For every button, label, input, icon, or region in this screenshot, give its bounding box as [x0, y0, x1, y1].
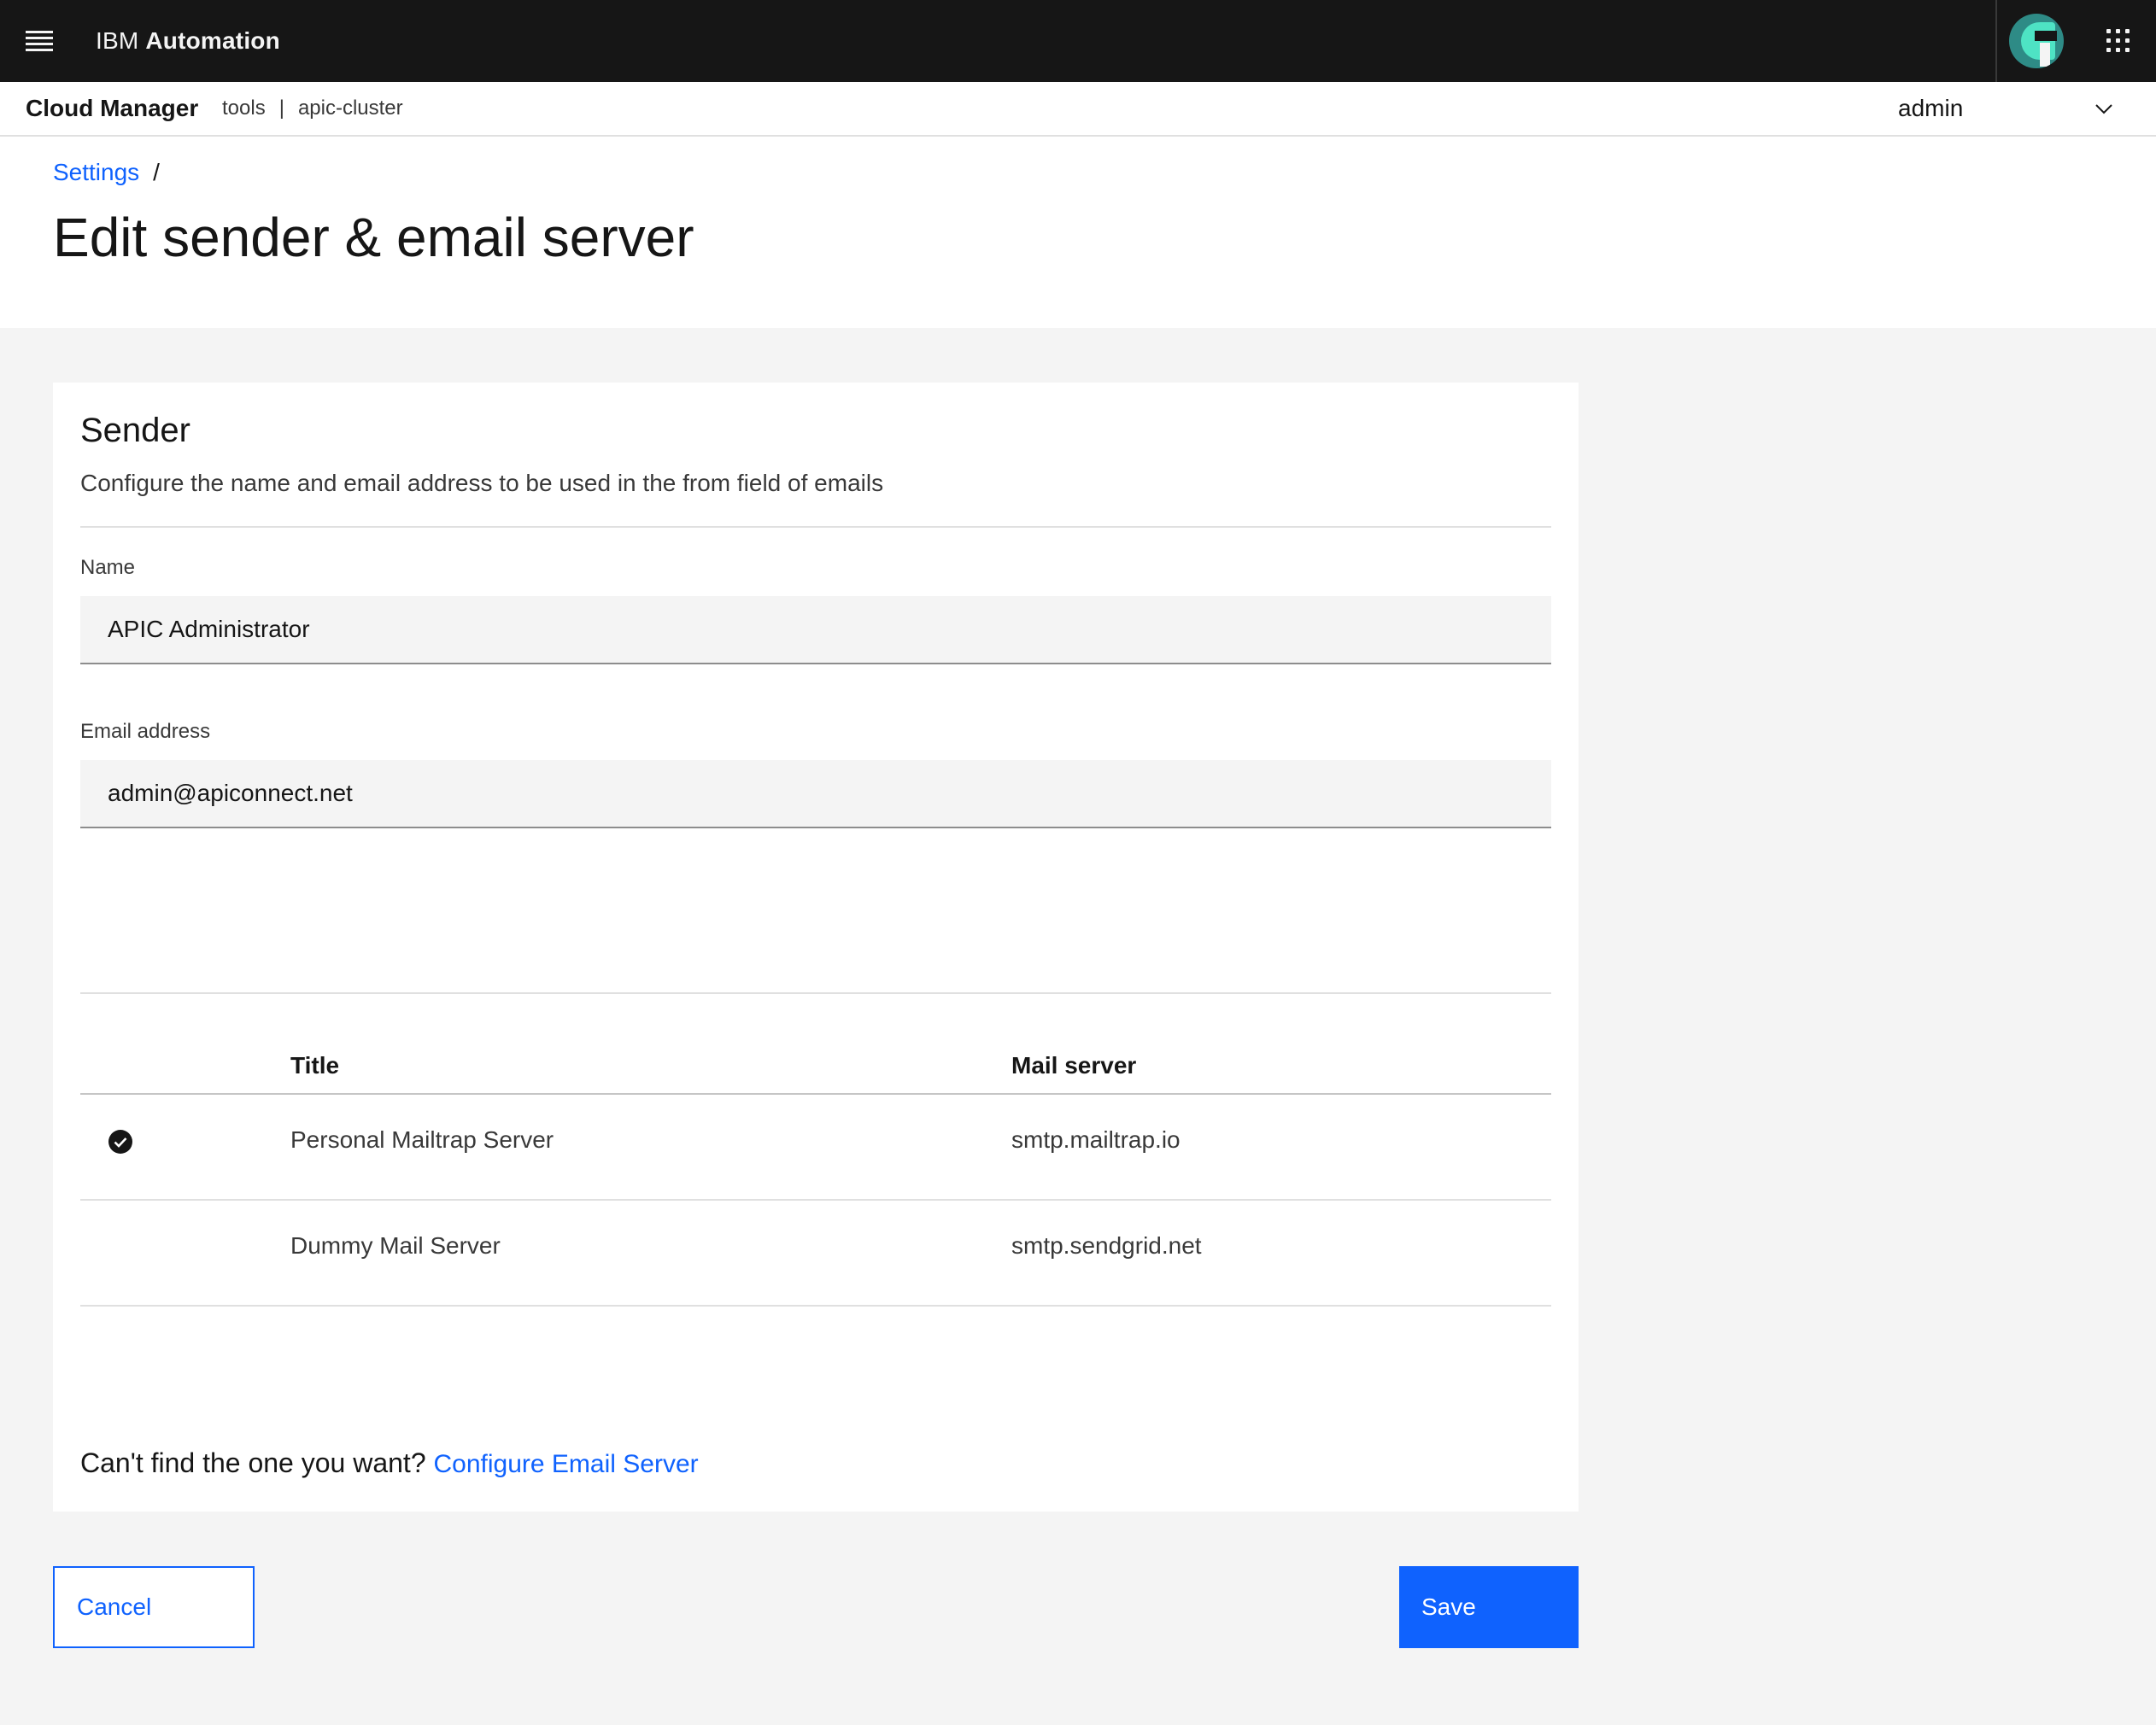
product-name: Cloud Manager	[26, 95, 199, 121]
server-title: Dummy Mail Server	[290, 1232, 501, 1259]
breadcrumb: Settings /	[53, 157, 160, 188]
column-header-title[interactable]: Title	[290, 1050, 339, 1081]
divider	[80, 992, 1551, 994]
brand-name[interactable]: IBM Automation	[96, 0, 280, 82]
app-switcher-icon[interactable]	[2105, 27, 2132, 55]
email-label: Email address	[80, 720, 211, 743]
row-divider	[80, 1305, 1551, 1307]
server-host: smtp.mailtrap.io	[1011, 1126, 1181, 1153]
user-menu[interactable]: admin	[1898, 82, 1963, 135]
table-row[interactable]: Personal Mailtrap Server smtp.mailtrap.i…	[80, 1095, 1551, 1199]
configure-prompt-text: Can't find the one you want?	[80, 1447, 426, 1478]
name-input[interactable]	[80, 596, 1551, 664]
brand-product: Automation	[145, 27, 280, 54]
table-row[interactable]: Dummy Mail Server smtp.sendgrid.net	[80, 1201, 1551, 1305]
org-name[interactable]: tools	[222, 96, 266, 120]
sender-description: Configure the name and email address to …	[80, 470, 884, 496]
page-title: Edit sender & email server	[53, 207, 694, 268]
context-path: tools | apic-cluster	[222, 82, 403, 135]
column-header-mail-server[interactable]: Mail server	[1011, 1050, 1136, 1081]
sender-heading: Sender	[80, 412, 190, 449]
header-divider	[1995, 0, 1997, 82]
save-button[interactable]: Save	[1399, 1566, 1579, 1648]
name-label: Name	[80, 556, 136, 579]
top-header: IBM Automation	[0, 0, 2156, 82]
chevron-down-icon[interactable]	[2093, 97, 2115, 120]
server-host: smtp.sendgrid.net	[1011, 1232, 1202, 1259]
context-bar: Cloud Manager tools | apic-cluster admin	[0, 82, 2156, 137]
cluster-name[interactable]: apic-cluster	[298, 96, 403, 120]
configure-email-server-link[interactable]: Configure Email Server	[434, 1450, 699, 1478]
context-separator: |	[278, 96, 284, 120]
cancel-button[interactable]: Cancel	[53, 1566, 255, 1648]
server-title: Personal Mailtrap Server	[290, 1126, 554, 1153]
menu-icon[interactable]	[26, 27, 53, 55]
email-input[interactable]	[80, 760, 1551, 828]
page-header: Settings / Edit sender & email server	[0, 137, 2156, 328]
breadcrumb-separator: /	[153, 159, 160, 185]
divider	[80, 526, 1551, 528]
sender-card: Sender Configure the name and email addr…	[53, 383, 1579, 1512]
brand-prefix: IBM	[96, 27, 139, 54]
configure-prompt: Can't find the one you want? Configure E…	[80, 1445, 699, 1482]
user-avatar[interactable]	[2009, 14, 2064, 68]
breadcrumb-settings-link[interactable]: Settings	[53, 159, 139, 185]
checkmark-filled-icon	[108, 1130, 132, 1154]
